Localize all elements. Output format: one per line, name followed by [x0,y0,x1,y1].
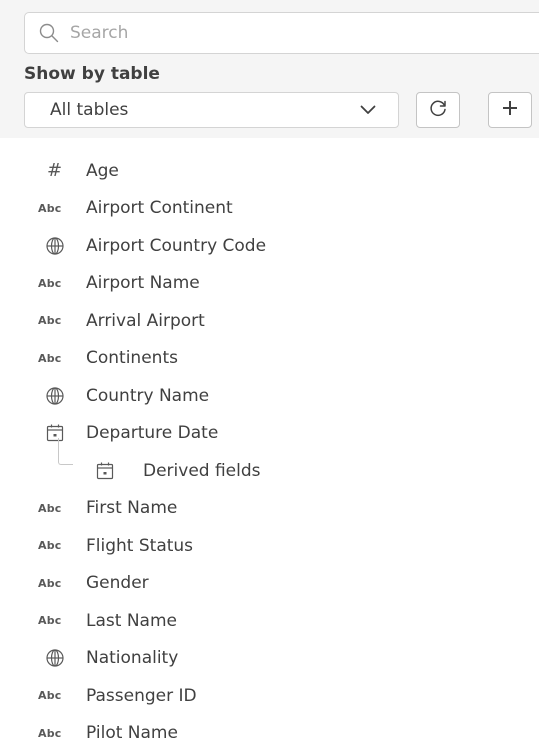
globe-icon [45,386,65,406]
field-item-departure-date[interactable]: Departure Date [0,415,539,453]
field-item-derived-fields[interactable]: Derived fields [0,452,539,490]
field-item-arrival-airport[interactable]: Abc Arrival Airport [0,302,539,340]
abc-icon: Abc [38,277,62,290]
field-item-age[interactable]: # Age [0,152,539,190]
field-item-flight-status[interactable]: Abc Flight Status [0,527,539,565]
field-item-airport-continent[interactable]: Abc Airport Continent [0,190,539,228]
globe-icon [45,648,65,668]
hash-icon: # [47,160,62,181]
field-label: Last Name [86,611,177,631]
abc-icon: Abc [38,352,62,365]
field-label: Airport Country Code [86,236,266,256]
field-item-airport-country-code[interactable]: Airport Country Code [0,227,539,265]
add-button[interactable] [488,92,532,128]
field-item-first-name[interactable]: Abc First Name [0,490,539,528]
abc-icon: Abc [38,577,62,590]
refresh-icon [427,97,449,123]
field-item-nationality[interactable]: Nationality [0,640,539,678]
field-list: # Age Abc Airport Continent Airport Coun… [0,152,539,752]
field-label: Pilot Name [86,723,178,743]
field-label: Continents [86,348,178,368]
abc-icon: Abc [38,539,62,552]
abc-icon: Abc [38,314,62,327]
tree-connector-line [58,438,73,465]
field-item-continents[interactable]: Abc Continents [0,340,539,378]
field-item-passenger-id[interactable]: Abc Passenger ID [0,677,539,715]
table-select-value: All tables [50,100,128,120]
search-icon [38,22,60,44]
field-item-gender[interactable]: Abc Gender [0,565,539,603]
abc-icon: Abc [38,727,62,740]
field-label: Airport Continent [86,198,233,218]
field-item-pilot-name[interactable]: Abc Pilot Name [0,715,539,752]
show-by-table-label: Show by table [24,64,160,84]
field-label: Nationality [86,648,178,668]
field-label: First Name [86,498,177,518]
field-label: Derived fields [143,461,261,481]
globe-icon [45,236,65,256]
field-label: Passenger ID [86,686,197,706]
abc-icon: Abc [38,614,62,627]
plus-icon [501,99,519,121]
field-item-country-name[interactable]: Country Name [0,377,539,415]
field-label: Arrival Airport [86,311,205,331]
abc-icon: Abc [38,202,62,215]
field-label: Airport Name [86,273,200,293]
field-item-airport-name[interactable]: Abc Airport Name [0,265,539,303]
field-label: Age [86,161,119,181]
abc-icon: Abc [38,689,62,702]
calendar-icon [95,461,115,481]
refresh-button[interactable] [416,92,460,128]
abc-icon: Abc [38,502,62,515]
field-label: Departure Date [86,423,218,443]
field-label: Country Name [86,386,209,406]
field-label: Flight Status [86,536,193,556]
search-input[interactable] [70,23,470,43]
field-item-last-name[interactable]: Abc Last Name [0,602,539,640]
field-label: Gender [86,573,149,593]
chevron-down-icon [360,100,376,120]
field-filter-panel: Show by table All tables [0,0,539,138]
search-box[interactable] [24,12,539,54]
table-select-dropdown[interactable]: All tables [24,92,399,128]
